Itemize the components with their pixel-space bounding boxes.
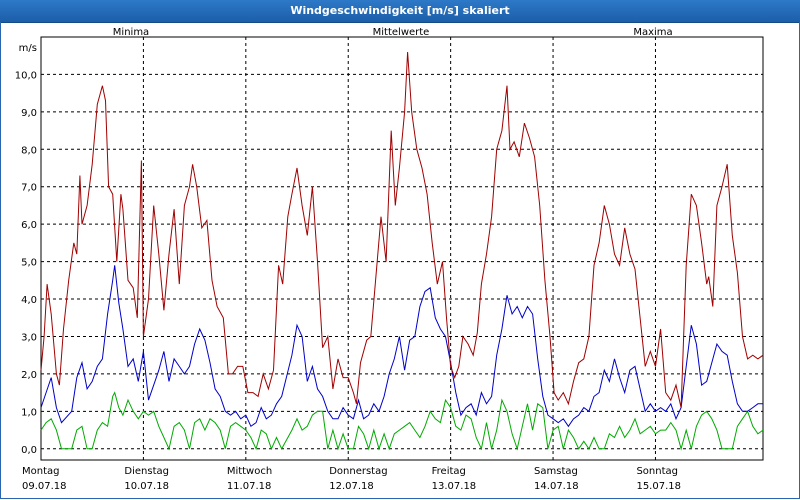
y-axis-unit: m/s (19, 43, 37, 54)
y-tick-label: 3,0 (21, 332, 37, 343)
x-day-label: Donnerstag (329, 466, 387, 477)
y-tick-label: 9,0 (21, 108, 37, 119)
window-title: Windgeschwindigkeit [m/s] skaliert (0, 0, 800, 23)
x-date-label: 12.07.18 (329, 481, 374, 492)
x-day-label: Montag (22, 466, 59, 477)
y-tick-label: 7,0 (21, 183, 37, 194)
legend-mittelwerte: Mittelwerte (373, 27, 430, 38)
chart-frame: 0,0 1,0 2,0 3,0 4,0 5,0 6,0 7,0 8,0 9,0 10,0 m/s Mon… (0, 22, 800, 499)
y-tick-label: 6,0 (21, 220, 37, 231)
x-day-label: Freitag (432, 466, 466, 477)
y-tick-label: 8,0 (21, 145, 37, 156)
chart-area: 0,0 1,0 2,0 3,0 4,0 5,0 6,0 7,0 8,0 9,0 10,0 m/s Mon… (15, 27, 764, 492)
y-tick-label: 4,0 (21, 295, 37, 306)
x-date-label: 10.07.18 (124, 481, 169, 492)
x-date-label: 11.07.18 (227, 481, 272, 492)
x-date-label: 14.07.18 (534, 481, 579, 492)
series-line-minima (40, 391, 764, 451)
x-day-label: Samstag (534, 466, 578, 477)
x-day-label: Mittwoch (227, 466, 272, 477)
x-date-label: 09.07.18 (22, 481, 67, 492)
y-tick-label: 1,0 (21, 407, 37, 418)
x-day-label: Dienstag (124, 466, 169, 477)
y-tick-label: 10,0 (15, 70, 37, 81)
legend-minima: Minima (113, 27, 149, 38)
x-date-label: 15.07.18 (636, 481, 681, 492)
y-tick-label: 0,0 (21, 445, 37, 456)
y-tick-label: 2,0 (21, 370, 37, 381)
x-day-label: Sonntag (636, 466, 678, 477)
y-tick-label: 5,0 (21, 258, 37, 269)
legend-maxima: Maxima (633, 27, 672, 38)
x-date-label: 13.07.18 (432, 481, 477, 492)
